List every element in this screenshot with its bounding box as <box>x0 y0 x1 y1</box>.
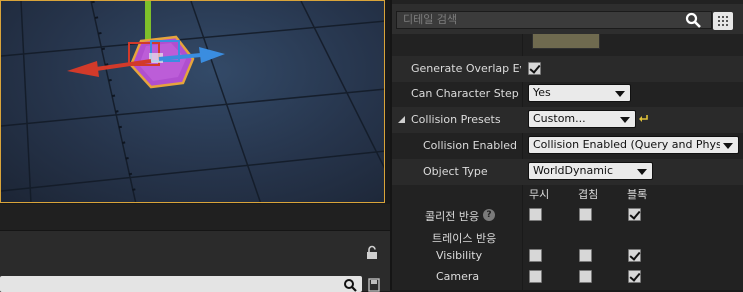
collision-presets-value: Custom... <box>533 112 586 125</box>
camera-block-checkbox[interactable] <box>628 270 641 283</box>
viewport-scene <box>1 1 384 202</box>
can-step-up-value: Yes <box>533 86 551 99</box>
response-header-row: 무시 겹침 블록 <box>392 182 743 202</box>
camera-label: Camera <box>436 270 480 283</box>
material-thumbnail[interactable] <box>532 34 600 49</box>
collision-responses-label: 콜리전 반응 <box>425 210 480 223</box>
object-type-value: WorldDynamic <box>533 164 614 177</box>
visibility-overlap-checkbox[interactable] <box>579 249 592 262</box>
visibility-ignore-checkbox[interactable] <box>529 249 542 262</box>
view-options-button[interactable] <box>713 12 733 30</box>
can-step-up-dropdown[interactable]: Yes <box>528 84 631 102</box>
collision-ignore-checkbox[interactable] <box>529 208 542 221</box>
row-collision-presets: Collision Presets Custom... <box>392 107 743 133</box>
row-can-step-up: Can Character Step Up Yes <box>392 81 743 107</box>
collision-enabled-dropdown[interactable]: Collision Enabled (Query and Physics) <box>528 136 739 154</box>
details-search-input[interactable]: 디테일 검색 <box>396 11 712 29</box>
generate-overlap-label: Generate Overlap Ever <box>411 62 521 75</box>
column-overlap: 겹침 <box>578 188 599 201</box>
column-ignore: 무시 <box>529 188 550 201</box>
details-search-row: 디테일 검색 <box>392 4 743 34</box>
camera-ignore-checkbox[interactable] <box>529 270 542 283</box>
collision-block-checkbox[interactable] <box>628 208 641 221</box>
help-icon[interactable]: ? <box>483 209 495 221</box>
camera-overlap-checkbox[interactable] <box>579 270 592 283</box>
chevron-down-icon <box>620 117 630 123</box>
row-collision-responses: 콜리전 반응 ? <box>392 202 743 228</box>
chevron-down-icon <box>637 169 647 175</box>
gizmo-z-axis[interactable] <box>145 1 151 41</box>
visibility-block-checkbox[interactable] <box>628 249 641 262</box>
level-viewport[interactable] <box>0 0 385 203</box>
collision-presets-label: Collision Presets <box>411 113 501 126</box>
visibility-label: Visibility <box>436 249 483 262</box>
object-type-label: Object Type <box>423 165 488 178</box>
search-icon[interactable] <box>685 12 701 28</box>
row-collision-enabled: Collision Enabled Collision Enabled (Que… <box>392 133 743 159</box>
row-trace-responses: 트레이스 반응 <box>392 226 743 246</box>
row-camera: Camera <box>392 266 743 288</box>
row-generate-overlap: Generate Overlap Ever <box>392 56 743 82</box>
collision-enabled-value: Collision Enabled (Query and Physics) <box>533 138 720 151</box>
row-visibility: Visibility <box>392 244 743 266</box>
column-block: 블록 <box>627 188 648 201</box>
collision-presets-dropdown[interactable]: Custom... <box>528 110 636 128</box>
expand-arrow-icon[interactable] <box>398 116 406 124</box>
reset-to-default-icon[interactable] <box>639 114 649 123</box>
chevron-down-icon <box>723 143 733 149</box>
grid-view-icon <box>718 16 728 26</box>
lock-icon[interactable] <box>364 245 380 261</box>
object-type-dropdown[interactable]: WorldDynamic <box>528 162 653 180</box>
generate-overlap-checkbox[interactable] <box>528 62 541 75</box>
collision-enabled-label: Collision Enabled <box>423 139 518 152</box>
lower-panel <box>0 230 390 292</box>
viewport-bottom-bar <box>0 204 390 230</box>
can-step-up-label: Can Character Step Up <box>411 87 521 100</box>
collision-overlap-checkbox[interactable] <box>579 208 592 221</box>
chevron-down-icon <box>615 91 625 97</box>
details-panel: 디테일 검색 Generate Overlap Ever Can Charact… <box>390 0 743 290</box>
